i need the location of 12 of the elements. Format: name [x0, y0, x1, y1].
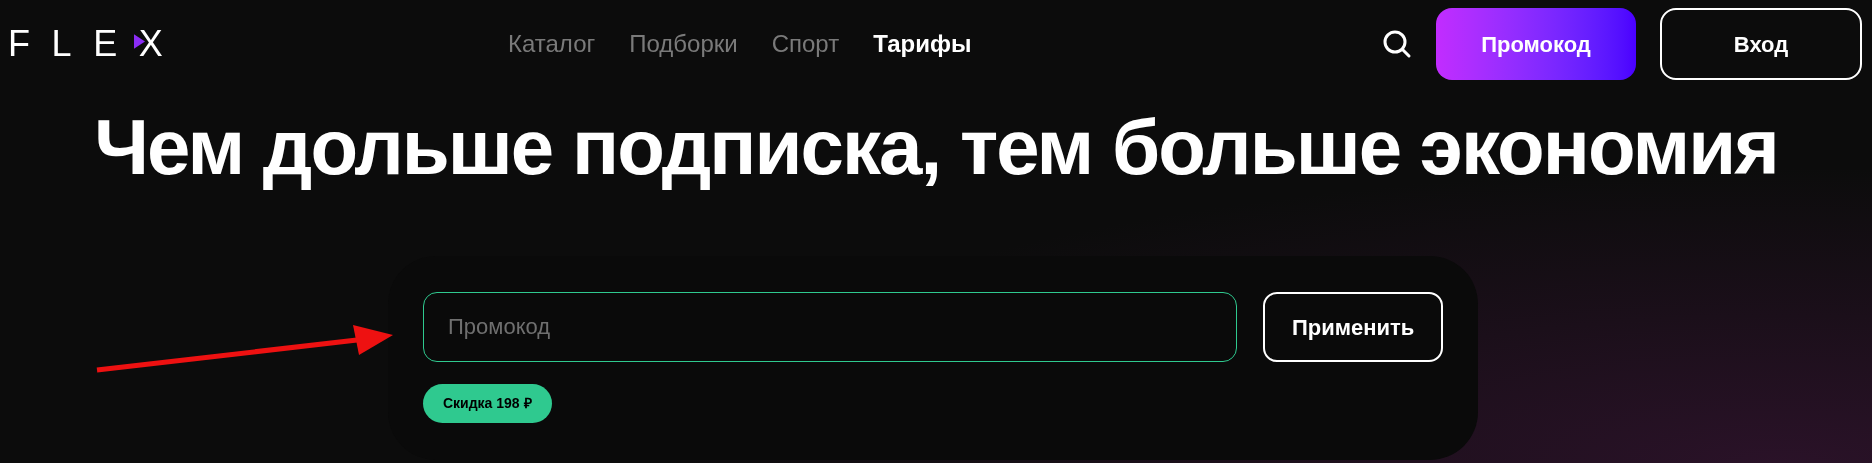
nav-link[interactable]: Тарифы	[873, 26, 972, 62]
nav-link[interactable]: Каталог	[508, 26, 596, 62]
discount-badge: Скидка 198 ₽	[423, 384, 552, 423]
logo[interactable]: FLEX	[8, 26, 185, 62]
nav-link[interactable]: Спорт	[771, 26, 840, 62]
search-icon[interactable]	[1382, 29, 1412, 59]
promo-code-field[interactable]: Промокод	[423, 292, 1238, 362]
play-icon	[134, 34, 145, 49]
nav-link[interactable]: Подборки	[629, 26, 738, 62]
login-button[interactable]: Вход	[1660, 8, 1862, 80]
promo-code-button[interactable]: Промокод	[1436, 8, 1636, 80]
apply-button[interactable]: Применить	[1263, 292, 1443, 362]
